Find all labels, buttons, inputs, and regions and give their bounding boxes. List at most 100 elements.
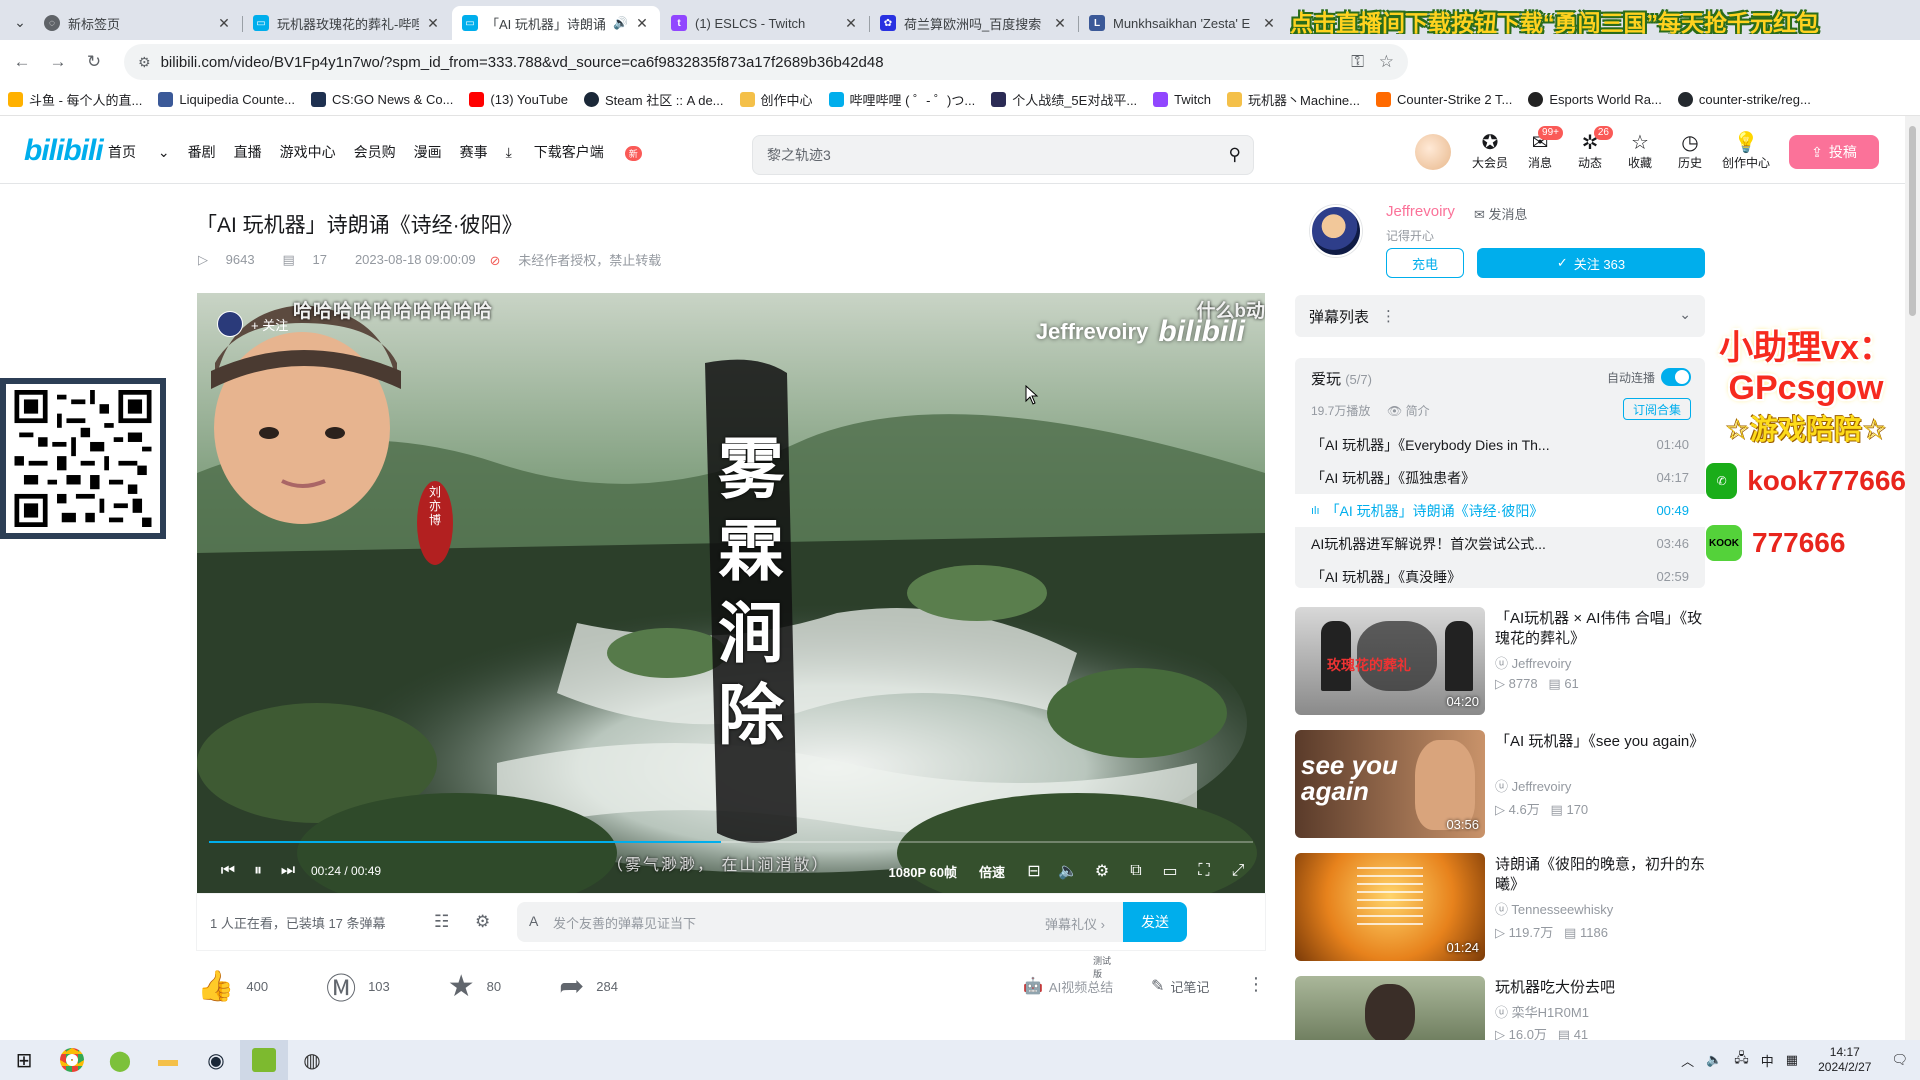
forward-arrow-icon[interactable]: → [40,44,76,80]
browser-tab[interactable]: L Munkhsaikhan 'Zesta' E ✕ [1079,6,1287,40]
video-player[interactable]: 哈哈哈哈哈哈哈哈哈哈 什么b动 + 关注 Jeffrevoiry bilibili… [197,293,1265,894]
danmaku-list-panel[interactable]: 弹幕列表 ⋮ ⌄ [1295,295,1705,337]
danmaku-input[interactable]: A 发个友善的弹幕见证当下 弹幕礼仪 › 发送 [517,902,1187,942]
bookmark-item[interactable]: (13) YouTube [469,92,568,107]
pause-icon[interactable]: ⏸ [243,853,273,889]
web-fullscreen-icon[interactable]: ⛶ [1189,853,1219,889]
playlist-item[interactable]: 「AI 玩机器」《Everybody Dies in Th... 01:40 [1295,428,1705,461]
qr-code-ad[interactable] [0,378,166,539]
previous-icon[interactable]: ⏮ [213,853,243,889]
user-avatar[interactable] [1415,134,1451,170]
keyboard-layout-icon[interactable]: ▦ [1786,1052,1798,1068]
bookmark-item[interactable]: Twitch [1153,92,1211,107]
nav-mall[interactable]: 会员购 [354,142,396,162]
danmaku-toggle-icon[interactable]: ☷ [434,912,449,932]
back-arrow-icon[interactable]: ← [4,44,40,80]
next-icon[interactable]: ⏭ [273,853,303,889]
quality-selector[interactable]: 1080P 60帧 [889,862,957,881]
bookmark-item[interactable]: Esports World Ra... [1528,92,1662,107]
network-icon[interactable]: 🖧 [1734,1049,1749,1071]
video-thumbnail[interactable]: 玫瑰花的葬礼 04:20 [1295,607,1485,715]
file-explorer-icon[interactable]: ▬ [144,1040,192,1080]
bookmark-item[interactable]: counter-strike/reg... [1677,92,1811,107]
record-app-icon[interactable]: ◍ [288,1040,336,1080]
bookmark-item[interactable]: CS:GO News & Co... [311,92,453,107]
share-button[interactable]: ➦ 284 [559,969,618,1004]
header-favorites[interactable]: ☆ 收藏 [1615,132,1665,171]
recommended-title[interactable]: 玩机器吃大份去吧 [1495,978,1705,998]
windows-start-icon[interactable]: ⊞ [0,1040,48,1080]
danmaku-settings-icon[interactable]: ⚙ [475,912,490,932]
recommended-video[interactable]: 玫瑰花的葬礼 04:20 「AI玩机器 × AI伟伟 合唱」《玫瑰花的葬礼》 ⓤ… [1295,607,1705,715]
autoplay-toggle[interactable]: 自动连播 [1607,368,1691,386]
pip-icon[interactable]: ⧉ [1121,853,1151,889]
search-input[interactable]: 黎之轨迹3 ⚲ [752,135,1254,175]
player-follow-chip[interactable]: + 关注 [217,311,288,337]
bookmark-item[interactable]: 哔哩哔哩 ( ゜- ゜)つ... [828,90,975,109]
tab-close-icon[interactable]: ✕ [216,15,232,32]
bookmark-item[interactable]: Liquipedia Counte... [158,92,295,107]
video-thumbnail[interactable] [1295,976,1485,1040]
browser-tab[interactable]: t (1) ESLCS - Twitch ✕ [661,6,870,40]
app-taskbar-icon[interactable]: ⬤ [96,1040,144,1080]
tab-search-chevron-icon[interactable]: ⌄ [6,6,34,38]
like-button[interactable]: 👍 400 [197,969,268,1004]
address-bar[interactable]: ⚙ bilibili.com/video/BV1Fp4y1n7wo/?spm_i… [124,44,1408,80]
playlist-item-current[interactable]: ılı 「AI 玩机器」诗朗诵《诗经·彼阳》 00:49 [1295,494,1705,527]
more-options-icon[interactable]: ⋮ [1247,974,1265,995]
playlist-intro[interactable]: 👁 简介 [1387,402,1430,419]
nav-live[interactable]: 直播 [234,142,262,162]
playlist-item[interactable]: 「AI 玩机器」《孤独患者》 04:17 [1295,461,1705,494]
video-thumbnail[interactable]: see you again 03:56 [1295,730,1485,838]
send-message-link[interactable]: ✉ 发消息 [1474,204,1528,223]
tab-strip-ad-banner[interactable]: 点击直播间下载按钮下载“勇闯三国”每天抢千元红包 [1290,4,1920,34]
bookmark-item[interactable]: 玩机器丶Machine... [1227,90,1360,109]
bilibili-logo[interactable]: bilibili [24,134,104,168]
bookmark-item[interactable]: 斗鱼 - 每个人的直... [8,90,142,109]
tab-close-icon[interactable]: ✕ [634,15,650,32]
scrollbar-thumb[interactable] [1909,126,1916,316]
site-info-icon[interactable]: ⚙ [138,54,151,71]
recommended-title[interactable]: 「AI玩机器 × AI伟伟 合唱」《玫瑰花的葬礼》 [1495,609,1705,649]
nav-home[interactable]: 首页 ⌄ [108,142,170,162]
tab-audio-icon[interactable]: 🔊 [613,16,628,30]
video-thumbnail[interactable]: 01:24 [1295,853,1485,961]
ai-summary-button[interactable]: 🤖 AI视频总结 测试版 [1023,956,1113,996]
nav-bangumi[interactable]: 番剧 [188,142,216,162]
url-text[interactable]: bilibili.com/video/BV1Fp4y1n7wo/?spm_id_… [161,54,884,71]
nav-manga[interactable]: 漫画 [414,142,442,162]
steam-taskbar-icon[interactable]: ◉ [192,1040,240,1080]
danmaku-etiquette-link[interactable]: 弹幕礼仪 › [1045,914,1105,933]
chrome-taskbar-icon[interactable] [48,1040,96,1080]
active-app-taskbar-icon[interactable] [240,1040,288,1080]
follow-button[interactable]: ✓ 关注 363 [1477,248,1705,278]
nav-game-center[interactable]: 游戏中心 [280,142,336,162]
recommended-video[interactable]: see you again 03:56 「AI 玩机器」《see you aga… [1295,730,1705,838]
fullscreen-icon[interactable]: ⤢ [1223,853,1253,889]
follow-label[interactable]: + 关注 [251,315,288,334]
chevron-down-icon[interactable]: ⌄ [1679,306,1691,323]
speed-selector[interactable]: 倍速 [979,862,1005,881]
tab-close-icon[interactable]: ✕ [843,15,859,32]
progress-bar[interactable] [209,841,1253,843]
side-ad-overlay[interactable]: 小助理vx： GPcsgow ☆游戏陪陪☆ ✆ kook777666 KOOK 77… [1706,320,1906,590]
volume-icon[interactable]: 🔈 [1053,853,1083,889]
tab-close-icon[interactable]: ✕ [1261,15,1277,32]
subscribe-collection-button[interactable]: 订阅合集 [1623,398,1691,420]
bookmark-item[interactable]: 个人战绩_5E对战平... [991,90,1137,109]
header-vip[interactable]: ✪ 大会员 [1465,132,1515,171]
favorite-button[interactable]: ★ 80 [448,969,501,1004]
header-history[interactable]: ◷ 历史 [1665,132,1715,171]
ime-indicator[interactable]: 中 [1761,1051,1774,1070]
bookmark-item[interactable]: Counter-Strike 2 T... [1376,92,1512,107]
system-clock[interactable]: 14:17 2024/2/27 [1818,1045,1871,1075]
browser-tab[interactable]: ▭ 玩机器玫瑰花的葬礼-哔哩 ✕ [243,6,451,40]
bookmark-star-icon[interactable]: ☆ [1379,52,1394,72]
header-messages[interactable]: 99+ ✉ 消息 [1515,126,1565,171]
send-danmaku-button[interactable]: 发送 [1123,902,1187,942]
header-creator-center[interactable]: 💡 创作中心 [1718,132,1774,171]
uploader-name[interactable]: Jeffrevoiry [1386,203,1455,220]
playlist-item[interactable]: 「AI 玩机器」《真没睡》 02:59 [1295,560,1705,588]
tray-overflow-icon[interactable]: ︿ [1681,1051,1694,1070]
uploader-avatar[interactable] [1310,205,1362,257]
